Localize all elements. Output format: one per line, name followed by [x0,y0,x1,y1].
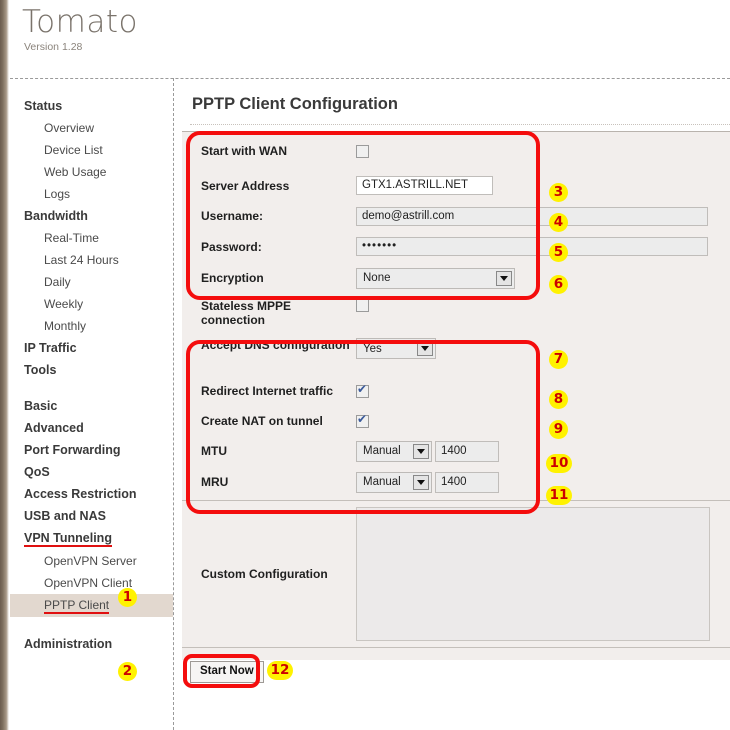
row-encryption: Encryption None [182,262,730,294]
config-panel: Start with WAN Server Address GTX1.ASTRI… [182,131,730,660]
chevron-down-icon [413,474,429,490]
annotation-badge-8: 8 [549,390,568,409]
label-username: Username: [201,209,264,223]
sidebar-item-openvpn-client[interactable]: OpenVPN Client [10,572,173,594]
chevron-down-icon [496,270,512,286]
row-username: Username: demo@astrill.com [182,201,730,231]
label-mru: MRU [201,475,229,489]
checkbox-stateless-mppe[interactable] [356,299,369,312]
sidebar-item-logs[interactable]: Logs [10,183,173,205]
sidebar-item-administration[interactable]: Administration [10,633,173,655]
input-username[interactable]: demo@astrill.com [356,206,708,226]
row-mru: MRU Manual 1400 [182,466,730,498]
app-header: Tomato Version 1.28 [9,0,730,78]
row-accept-dns: Accept DNS configuration Yes [182,334,730,376]
sidebar-item-web-usage[interactable]: Web Usage [10,161,173,183]
sidebar-item-real-time[interactable]: Real-Time [10,227,173,249]
label-accept-dns: Accept DNS configuration [201,338,350,352]
sidebar-item-qos[interactable]: QoS [10,461,173,483]
label-encryption: Encryption [201,271,264,285]
checkbox-redirect-traffic[interactable] [356,382,369,398]
row-start-with-wan: Start with WAN [182,132,730,170]
sidebar-item-overview[interactable]: Overview [10,117,173,139]
annotation-badge-9: 9 [549,420,568,439]
sidebar-item-daily[interactable]: Daily [10,271,173,293]
app-logo: Tomato [22,4,138,40]
annotation-badge-6: 6 [549,275,568,294]
label-password: Password: [201,239,262,254]
sidebar-item-vpn-tunneling-label: VPN Tunneling [24,531,112,547]
sidebar-item-pptp-client[interactable]: PPTP Client [10,594,173,617]
input-mtu-value[interactable]: 1400 [435,440,499,462]
row-server-address: Server Address GTX1.ASTRILL.NET [182,170,730,201]
label-mtu: MTU [201,444,227,458]
sidebar-item-last-24-hours[interactable]: Last 24 Hours [10,249,173,271]
label-redirect-traffic: Redirect Internet traffic [201,384,334,398]
annotation-badge-1: 1 [118,588,137,607]
main-content: PPTP Client Configuration Start with WAN… [182,79,730,730]
sidebar-item-pptp-client-label: PPTP Client [44,598,110,614]
chevron-down-icon [417,341,433,356]
title-divider [190,124,730,125]
checkbox-create-nat[interactable] [356,412,369,428]
select-encryption-value: None [363,272,391,284]
panel-footer-spacer [182,648,730,660]
sidebar-item-monthly[interactable]: Monthly [10,315,173,337]
annotation-badge-7: 7 [549,350,568,369]
sidebar-item-openvpn-server[interactable]: OpenVPN Server [10,550,173,572]
sidebar-item-port-forwarding[interactable]: Port Forwarding [10,439,173,461]
annotation-badge-3: 3 [549,183,568,202]
panel-bottom-divider [182,647,730,648]
label-custom-configuration: Custom Configuration [201,567,328,581]
select-encryption[interactable]: None [356,267,515,289]
label-create-nat: Create NAT on tunnel [201,414,323,428]
sidebar-item-access-restriction[interactable]: Access Restriction [10,483,173,505]
input-server-address[interactable]: GTX1.ASTRILL.NET [356,176,493,195]
divider-sidebar-right [173,78,174,730]
select-mtu-mode-value: Manual [363,445,401,457]
sidebar-item-basic[interactable]: Basic [10,395,173,417]
app-version: Version 1.28 [24,41,83,53]
row-redirect-traffic: Redirect Internet traffic [182,376,730,406]
input-password[interactable]: ••••••• [356,237,708,256]
sidebar-group-status[interactable]: Status [10,95,173,117]
select-mtu-mode[interactable]: Manual [356,440,432,462]
label-server-address: Server Address [201,178,290,193]
select-accept-dns[interactable]: Yes [356,338,436,359]
label-start-with-wan: Start with WAN [201,144,287,158]
start-now-button[interactable]: Start Now [190,661,264,683]
row-password: Password: ••••••• [182,231,730,262]
sidebar-item-weekly[interactable]: Weekly [10,293,173,315]
row-mtu: MTU Manual 1400 [182,436,730,466]
page-title: PPTP Client Configuration [192,95,398,113]
annotation-badge-4: 4 [549,213,568,232]
sidebar-group-ip-traffic[interactable]: IP Traffic [10,337,173,359]
select-accept-dns-value: Yes [363,342,382,355]
select-mru-mode[interactable]: Manual [356,471,432,493]
sidebar-group-tools[interactable]: Tools [10,359,173,381]
row-stateless-mppe: Stateless MPPE connection [182,294,730,334]
input-mru-value[interactable]: 1400 [435,471,499,493]
annotation-badge-10: 10 [546,454,572,473]
sidebar-item-advanced[interactable]: Advanced [10,417,173,439]
annotation-badge-2: 2 [118,662,137,681]
select-mru-mode-value: Manual [363,476,401,488]
chevron-down-icon [413,443,429,459]
sidebar-item-device-list[interactable]: Device List [10,139,173,161]
label-stateless-mppe: Stateless MPPE connection [201,299,292,327]
tomato-router-ui: Tomato Version 1.28 Status Overview Devi… [0,0,730,730]
sidebar-nav: Status Overview Device List Web Usage Lo… [10,79,173,730]
sidebar-group-bandwidth[interactable]: Bandwidth [10,205,173,227]
row-custom-configuration: Custom Configuration [182,501,730,647]
sidebar-item-usb-and-nas[interactable]: USB and NAS [10,505,173,527]
sidebar-item-vpn-tunneling[interactable]: VPN Tunneling [10,527,173,550]
left-edge-strip [0,0,9,730]
textarea-custom-configuration[interactable] [356,507,710,641]
annotation-badge-11: 11 [546,486,572,505]
annotation-badge-5: 5 [549,243,568,262]
checkbox-start-with-wan[interactable] [356,144,369,158]
annotation-badge-12: 12 [267,661,293,680]
row-create-nat: Create NAT on tunnel [182,406,730,436]
